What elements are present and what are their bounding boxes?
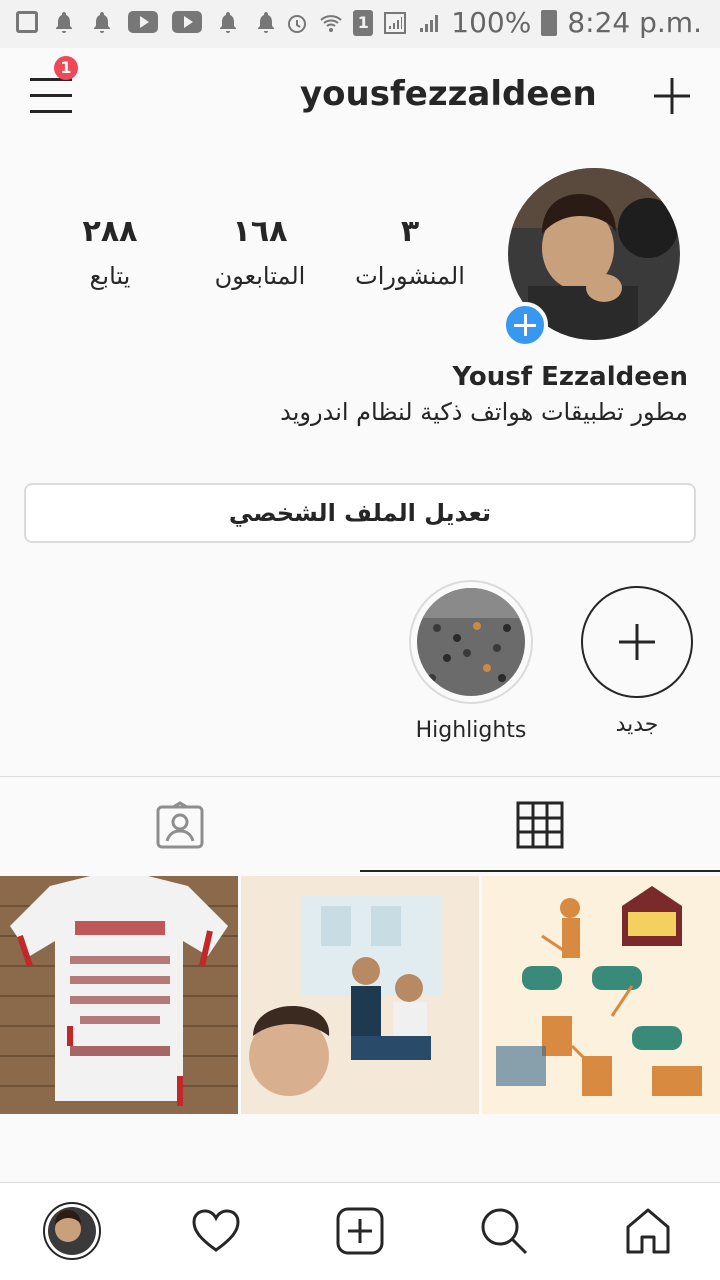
notification-icons: [16, 10, 278, 34]
top-bar: 1 yousfezzaldeen: [0, 48, 720, 144]
battery-icon: [541, 9, 558, 36]
username-label: yousfezzaldeen: [300, 74, 597, 114]
new-highlight[interactable]: جديد: [572, 580, 702, 737]
sim-icon: 1: [353, 9, 374, 36]
bell-icon: [220, 12, 236, 33]
new-highlight-label: جديد: [615, 712, 659, 737]
bell-icon: [94, 12, 110, 33]
battery-percent: 100%: [451, 6, 532, 39]
nav-profile[interactable]: [42, 1201, 102, 1261]
wifi-icon: [320, 14, 342, 32]
account-switcher[interactable]: yousfezzaldeen: [300, 74, 600, 114]
post-thumbnail[interactable]: [482, 876, 720, 1114]
signal-icon: [420, 14, 439, 32]
following-stat[interactable]: ٢٨٨ يتابع: [40, 208, 180, 296]
posts-count: ٣: [400, 214, 420, 249]
tagged-person-icon: [156, 801, 204, 849]
youtube-icon: [172, 11, 202, 33]
alarm-icon: [288, 14, 307, 33]
plus-icon[interactable]: [652, 76, 692, 116]
nav-search[interactable]: [474, 1201, 534, 1261]
profile-full-name: Yousf Ezzaldeen: [452, 362, 688, 392]
highlight-item[interactable]: Highlights: [406, 580, 536, 743]
plus-icon: [619, 624, 655, 660]
status-bar: 1 100% 8:24 p.m.: [0, 0, 720, 48]
nav-activity[interactable]: [186, 1201, 246, 1261]
nav-new-post[interactable]: [330, 1201, 390, 1261]
posts-stat[interactable]: ٣ المنشورات: [340, 208, 480, 296]
followers-label: المتابعون: [214, 262, 306, 290]
bottom-navigation: [0, 1182, 720, 1280]
highlight-label: Highlights: [415, 718, 527, 743]
system-icons: 1 100% 8:24 p.m.: [285, 6, 702, 39]
search-icon: [481, 1208, 528, 1255]
signal-icon: [384, 11, 407, 34]
new-highlight-ring: [581, 586, 693, 698]
menu-button[interactable]: [30, 78, 74, 114]
nav-home[interactable]: [618, 1201, 678, 1261]
profile-stats: ٢٨٨ يتابع ١٦٨ المتابعون ٣ المنشورات: [40, 208, 480, 296]
profile-avatar-icon: [43, 1202, 101, 1260]
bell-icon: [258, 12, 274, 33]
profile-avatar[interactable]: [502, 168, 680, 348]
edit-profile-button[interactable]: تعديل الملف الشخصي: [24, 483, 696, 543]
followers-count: ١٦٨: [232, 214, 288, 249]
bell-icon: [56, 12, 72, 33]
add-story-button[interactable]: [502, 302, 548, 348]
heart-icon: [192, 1209, 240, 1252]
active-tab-indicator: [360, 870, 720, 872]
followers-stat[interactable]: ١٦٨ المتابعون: [190, 208, 330, 296]
tab-grid[interactable]: [360, 777, 720, 873]
profile-tabs: [0, 777, 720, 873]
clock: 8:24 p.m.: [567, 6, 702, 39]
following-label: يتابع: [89, 262, 131, 290]
profile-bio: مطور تطبيقات هواتف ذكية لنظام اندرويد: [280, 398, 688, 426]
highlight-cover: [417, 588, 525, 696]
post-thumbnail[interactable]: [241, 876, 479, 1114]
tab-tagged[interactable]: [0, 777, 360, 873]
following-count: ٢٨٨: [82, 214, 138, 249]
post-thumbnail[interactable]: [0, 876, 238, 1114]
youtube-icon: [128, 11, 158, 33]
gallery-icon: [16, 11, 38, 33]
posts-label: المنشورات: [355, 262, 465, 290]
posts-grid: [0, 876, 720, 1116]
notification-badge: 1: [54, 56, 78, 80]
home-icon: [626, 1208, 670, 1254]
highlight-ring: [409, 580, 533, 704]
grid-icon: [516, 801, 564, 849]
add-post-icon: [336, 1207, 384, 1255]
